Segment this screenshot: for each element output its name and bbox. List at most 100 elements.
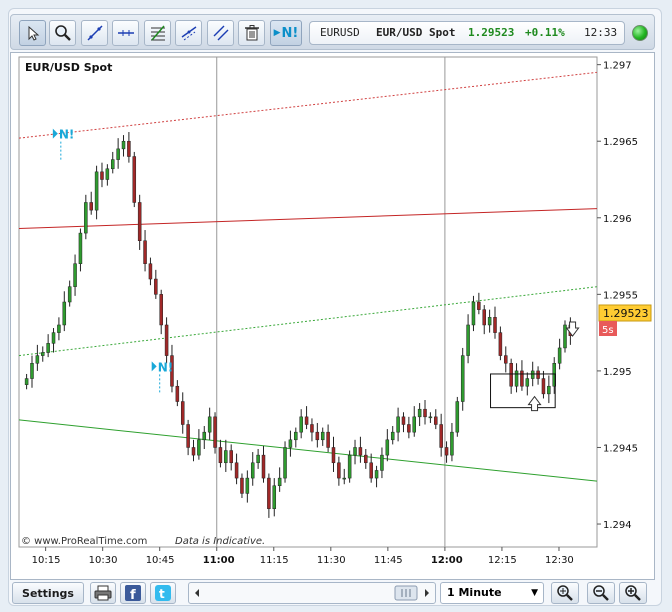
channel-tool-button[interactable] <box>175 20 202 46</box>
candle-up <box>514 370 519 387</box>
candle-up <box>41 352 45 356</box>
trendline-tool-button[interactable] <box>81 20 108 46</box>
fibonacci-icon <box>150 25 165 41</box>
countdown-label: 5s <box>602 325 614 336</box>
disclaimer-text: Data is Indicative. <box>175 536 265 547</box>
scroll-left-icon[interactable] <box>195 589 199 597</box>
candle-down <box>477 301 481 310</box>
candle-down <box>186 424 190 448</box>
candle-down <box>100 171 104 180</box>
candle-up <box>24 378 29 385</box>
x-tick-label: 10:30 <box>89 555 118 566</box>
twitter-share-button[interactable]: t <box>150 582 176 604</box>
candle-down <box>369 462 373 479</box>
print-button[interactable] <box>90 582 116 604</box>
svg-text:t: t <box>159 587 165 601</box>
candle-up <box>412 416 416 433</box>
quote-panel: EURUSD EUR/USD Spot 1.29523 +0.11% 12:33 <box>309 21 625 45</box>
candle-up <box>105 168 110 180</box>
candle-up <box>35 355 40 364</box>
candle-down <box>407 424 411 433</box>
candle-up <box>110 159 115 170</box>
candle-down <box>213 416 217 448</box>
candle-up <box>487 317 492 326</box>
candle-up <box>557 347 562 364</box>
candle-up <box>51 332 56 344</box>
zoom-out-button[interactable] <box>587 582 615 604</box>
x-tick-label: 12:00 <box>431 555 463 566</box>
interval-value: 1 Minute <box>447 586 502 599</box>
settings-button[interactable]: Settings <box>12 582 84 604</box>
trash-icon <box>244 25 259 41</box>
candle-up <box>272 485 277 509</box>
candle-up <box>224 450 228 464</box>
facebook-share-button[interactable]: f <box>120 582 146 604</box>
x-tick-label: 12:30 <box>545 555 574 566</box>
zoom-in-button[interactable] <box>619 582 647 604</box>
x-tick-label: 10:15 <box>32 555 61 566</box>
news-toggle-label: N! <box>281 25 299 41</box>
x-tick-label: 10:45 <box>146 555 175 566</box>
candle-down <box>444 447 449 456</box>
channel-icon <box>181 26 196 41</box>
time-scrollbar[interactable] <box>188 582 436 604</box>
candle-up <box>353 447 357 456</box>
zoom-in-icon <box>625 585 641 601</box>
candle-up <box>62 301 67 326</box>
candle-down <box>331 447 336 464</box>
candle-up <box>294 431 298 441</box>
parallel-lines-tool-button[interactable] <box>207 20 234 46</box>
quote-change: +0.11% <box>525 26 565 39</box>
scroll-right-icon[interactable] <box>425 589 429 597</box>
candle-down <box>326 431 330 448</box>
candle-down <box>498 332 503 356</box>
candle-down <box>132 156 137 203</box>
candle-up <box>288 439 293 448</box>
candle-up <box>525 378 530 387</box>
settings-label: Settings <box>22 586 74 600</box>
candle-down <box>261 454 266 479</box>
pointer-tool-button[interactable] <box>19 20 46 46</box>
candle-up <box>466 324 470 356</box>
interval-select[interactable]: 1 Minute ▼ <box>440 582 544 604</box>
zoom-fit-button[interactable] <box>551 582 579 604</box>
candle-down <box>127 140 131 157</box>
delete-tool-button[interactable] <box>238 20 265 46</box>
candle-up <box>374 470 379 479</box>
candle-up <box>250 462 255 479</box>
arrow-pointer-icon <box>28 25 39 41</box>
svg-text:f: f <box>130 588 136 601</box>
zoom-tool-button[interactable] <box>49 20 76 46</box>
candle-up <box>78 232 83 264</box>
candle-down <box>364 454 368 464</box>
fibonacci-tool-button[interactable] <box>144 20 171 46</box>
candle-down <box>148 263 153 280</box>
scrollbar-graphic <box>195 585 429 601</box>
candle-up <box>347 454 352 479</box>
chart-frame: N! N! 1.297 1.2965 1.296 1.2955 1.295 1.2945 1.… <box>10 52 655 580</box>
parallel-lines-icon <box>213 25 228 41</box>
quote-symbol: EURUSD <box>320 26 360 39</box>
candle-down <box>482 309 486 326</box>
candle-up <box>320 431 325 441</box>
candle-down <box>401 416 406 425</box>
candle-up <box>380 454 384 471</box>
candle-down <box>493 317 497 333</box>
x-tick-label: 11:30 <box>317 555 346 566</box>
candle-down <box>536 370 540 379</box>
diagonal-line-icon <box>86 25 103 41</box>
news-toggle-button[interactable]: ▶ N! <box>270 20 302 46</box>
chevron-down-icon: ▼ <box>531 588 538 598</box>
y-tick-label: 1.2965 <box>603 137 638 148</box>
candle-down <box>358 447 363 456</box>
candle-up <box>57 324 61 333</box>
candle-up <box>67 286 72 303</box>
horizontal-line-tool-button[interactable] <box>112 20 139 46</box>
candle-up <box>530 370 535 379</box>
candle-down <box>175 385 180 402</box>
candle-up <box>471 301 476 326</box>
candle-up <box>197 439 201 456</box>
candle-down <box>267 477 271 509</box>
price-chart[interactable]: N! N! 1.297 1.2965 1.296 1.2955 1.295 1.2945 1.… <box>11 53 654 579</box>
candle-down <box>337 462 341 479</box>
